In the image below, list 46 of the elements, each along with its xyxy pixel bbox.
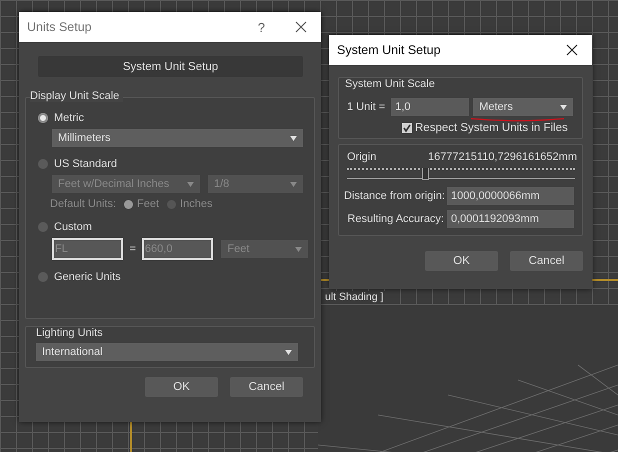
unit-value-field[interactable]: 1,0 bbox=[391, 98, 470, 116]
origin-slider[interactable] bbox=[347, 168, 575, 179]
radio-label: Inches bbox=[180, 198, 212, 210]
unit-dropdown[interactable]: Millimeters bbox=[52, 129, 303, 147]
checkbox[interactable] bbox=[402, 123, 412, 133]
readout-field[interactable]: 0,0001192093mm bbox=[447, 210, 574, 228]
caret-icon bbox=[290, 136, 297, 140]
checkbox-label: Respect System Units in Files bbox=[415, 122, 568, 134]
window-title: Units Setup bbox=[27, 20, 93, 34]
caret-icon bbox=[187, 182, 194, 186]
group-title: Lighting Units bbox=[36, 327, 104, 339]
dialog-button[interactable]: OK bbox=[145, 377, 218, 397]
field-label: Resulting Accuracy: bbox=[346, 213, 444, 225]
group-title: Display Unit Scale bbox=[30, 90, 124, 102]
radio-label: Custom bbox=[54, 221, 92, 233]
radio-button[interactable] bbox=[38, 272, 48, 282]
default-units-label: Default Units: bbox=[50, 198, 116, 210]
slider-thumb[interactable] bbox=[422, 168, 430, 180]
origin-reading: 16777215110,7296161652mm bbox=[428, 151, 577, 163]
close-icon[interactable] bbox=[566, 44, 578, 56]
unit-dropdown[interactable]: Meters bbox=[473, 98, 574, 116]
radio-label: Feet bbox=[137, 198, 160, 210]
lighting-dropdown[interactable]: International bbox=[36, 343, 298, 361]
caret-icon bbox=[290, 182, 297, 186]
radio-label: Metric bbox=[54, 112, 84, 124]
dialog-button[interactable]: Cancel bbox=[510, 251, 583, 271]
help-button[interactable]: ? bbox=[258, 20, 265, 34]
radio-button[interactable] bbox=[38, 113, 48, 123]
caret-icon bbox=[285, 350, 292, 354]
dialog-button[interactable]: Cancel bbox=[230, 377, 303, 397]
radio-label: US Standard bbox=[54, 158, 117, 170]
field-label: Distance from origin: bbox=[344, 190, 444, 202]
group-title: System Unit Scale bbox=[345, 78, 436, 90]
checkmark-icon bbox=[402, 123, 412, 133]
window-title: System Unit Setup bbox=[337, 43, 442, 57]
origin-label: Origin bbox=[347, 151, 376, 163]
viewport-label[interactable]: ult Shading ] bbox=[323, 291, 386, 304]
close-icon[interactable] bbox=[295, 21, 307, 33]
system-unit-setup-button[interactable]: System Unit Setup bbox=[38, 56, 303, 77]
radio-label: Generic Units bbox=[54, 271, 121, 283]
caret-icon bbox=[294, 246, 302, 252]
caret-icon bbox=[560, 104, 568, 110]
equals-sign: = bbox=[129, 243, 136, 255]
dialog-button[interactable]: OK bbox=[425, 251, 498, 271]
readout-field[interactable]: 1000,0000066mm bbox=[447, 187, 574, 205]
unit-label: 1 Unit = bbox=[347, 101, 386, 113]
